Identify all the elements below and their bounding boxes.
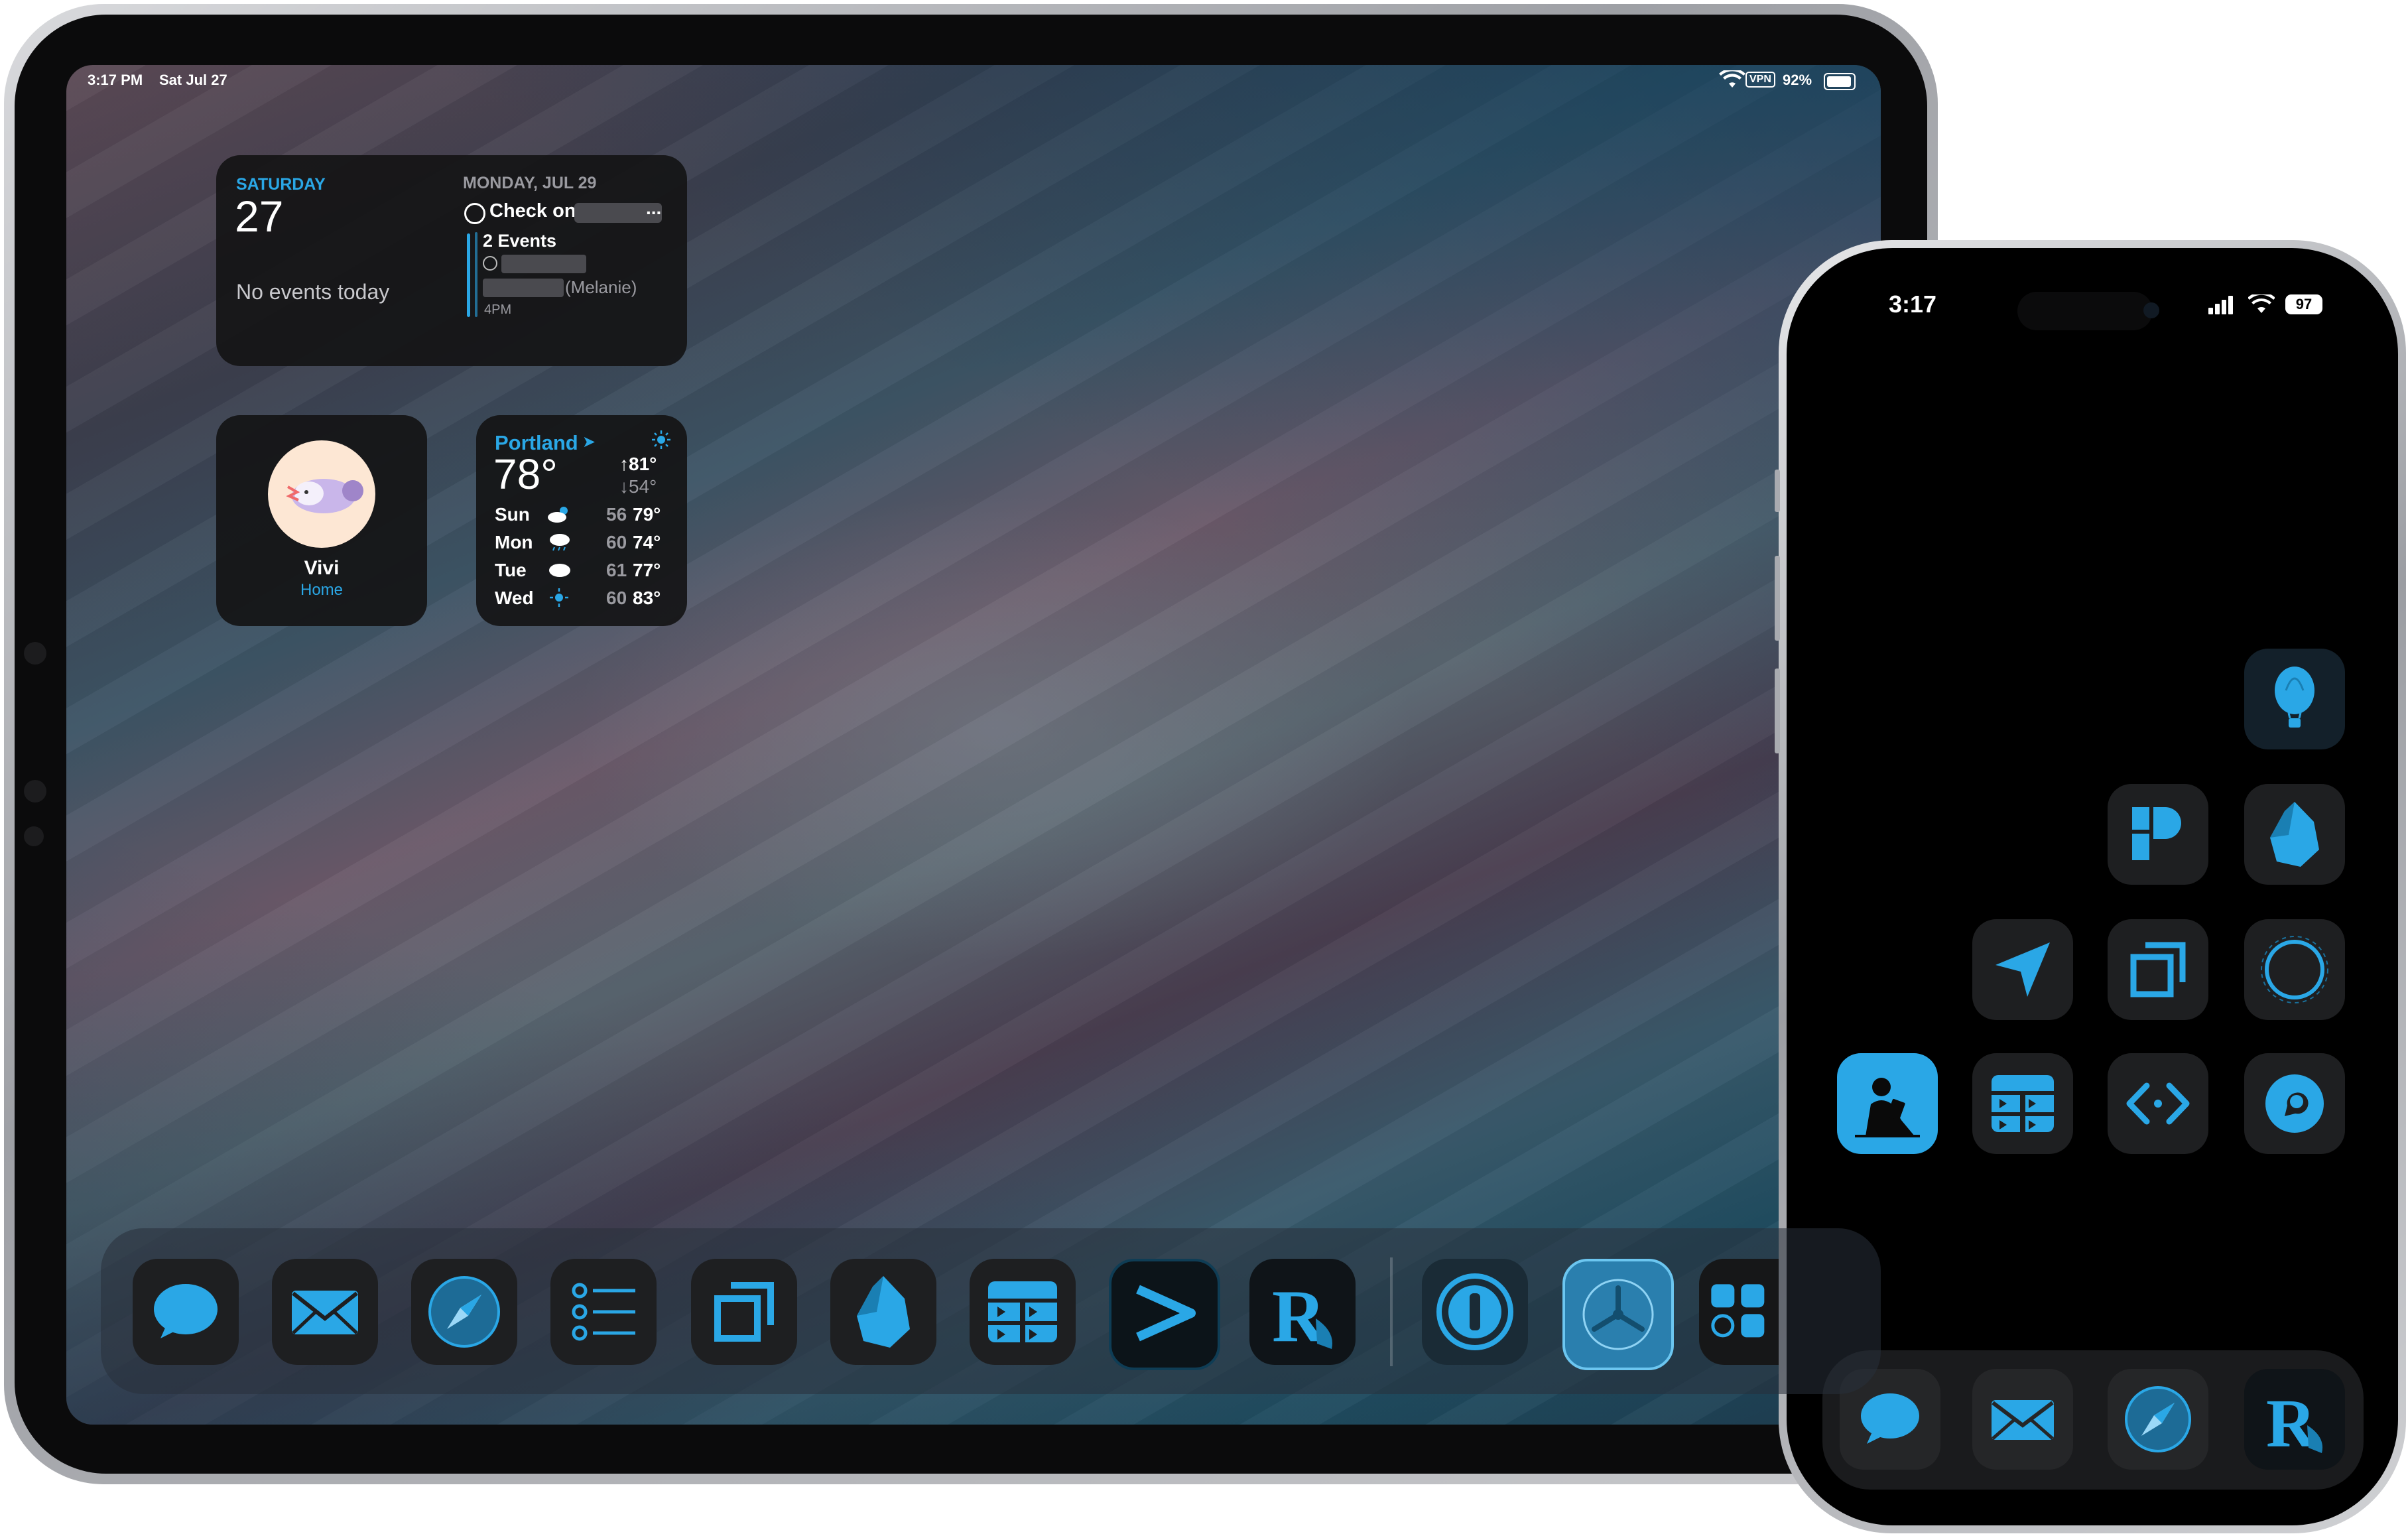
calendar-more: ... <box>646 198 662 218</box>
volume-down-button <box>1775 669 1780 753</box>
forecast-high: 77° <box>633 560 661 580</box>
calendar-next-date: MONDAY, JUL 29 <box>463 174 597 192</box>
forecast-low: 61 <box>606 560 627 580</box>
avatar <box>268 440 375 548</box>
location-arrow-icon: ➤ <box>582 433 596 451</box>
camera-dot <box>24 642 46 665</box>
calendar-widget[interactable]: SATURDAY 27 No events today MONDAY, JUL … <box>216 155 687 366</box>
weather-high-value: 81° <box>629 454 657 474</box>
reminder-circle-icon[interactable] <box>464 203 485 224</box>
forecast-day: Tue <box>495 560 527 580</box>
forecast-row: Wed 60 83° <box>495 588 674 609</box>
mela-app-icon[interactable] <box>1972 1053 2073 1154</box>
forecast-day: Mon <box>495 532 533 552</box>
weather-high: ↑81° <box>619 454 657 474</box>
reminders-app-icon[interactable] <box>550 1259 657 1365</box>
camera-dot <box>24 826 44 846</box>
forecast-high: 79° <box>633 504 661 525</box>
forecast-day: Sun <box>495 504 530 525</box>
mail-app-icon[interactable] <box>272 1259 378 1365</box>
event-circle-icon <box>483 256 497 271</box>
battery-badge: 97 <box>2285 294 2322 314</box>
iphone-status-time: 3:17 <box>1889 290 1937 318</box>
ipad-status-time: 3:17 PM <box>88 72 143 88</box>
forecast-high: 83° <box>633 588 661 608</box>
cloud-rain-icon <box>546 532 573 556</box>
code-app-icon[interactable] <box>2108 1053 2208 1154</box>
maps-app-icon[interactable] <box>1972 919 2073 1020</box>
ipad-status-date: Sat Jul 27 <box>159 72 227 88</box>
calendar-no-events: No events today <box>236 280 390 304</box>
ipad-battery-percent: 92% <box>1783 72 1812 88</box>
wifi-icon <box>1719 68 1745 89</box>
volume-up-button <box>1775 556 1780 641</box>
messages-app-icon[interactable] <box>133 1259 239 1365</box>
prompt-app-icon[interactable] <box>1109 1259 1220 1370</box>
weather-low-value: 54° <box>629 476 657 497</box>
sun-icon <box>651 430 671 453</box>
forecast-low: 56 <box>606 504 627 525</box>
contact-widget[interactable]: Vivi Home <box>216 415 427 626</box>
circle-app-icon[interactable] <box>2244 919 2345 1020</box>
dynamic-island <box>2017 292 2153 330</box>
camera-dot <box>24 780 46 802</box>
weather-widget[interactable]: Portland ➤ 78° ↑81° ↓54° Sun 56 79° Mon … <box>476 415 687 626</box>
messenger-app-icon[interactable] <box>2244 1053 2345 1154</box>
safari-app-icon[interactable] <box>2108 1369 2208 1470</box>
screens-app-icon[interactable] <box>691 1259 797 1365</box>
calendar-event-time: 4PM <box>484 302 512 317</box>
calendar-events-count: 2 Events <box>483 231 557 251</box>
front-camera-icon <box>2143 302 2159 318</box>
calendar-day-number: 27 <box>235 192 284 241</box>
forecast-day: Wed <box>495 588 534 608</box>
forecast-row: Mon 60 74° <box>495 532 674 553</box>
weather-low: ↓54° <box>619 476 657 497</box>
mela-app-icon[interactable] <box>970 1259 1076 1365</box>
redacted-block <box>501 255 586 273</box>
kindle-app-icon[interactable] <box>1837 1053 1938 1154</box>
partly-sunny-icon <box>546 504 573 529</box>
event-bar <box>467 233 470 317</box>
calendar-reminder: Check on <box>489 200 576 222</box>
cellular-signal-icon <box>2208 296 2235 318</box>
obsidian-app-icon[interactable] <box>2244 784 2345 885</box>
forecast-low: 60 <box>606 532 627 552</box>
mail-app-icon[interactable] <box>1972 1369 2073 1470</box>
wifi-icon <box>2248 292 2275 318</box>
fan-app-icon[interactable] <box>1562 1259 1674 1370</box>
redacted-block <box>483 279 564 297</box>
dock-divider <box>1390 1257 1393 1366</box>
iphone-screen <box>1796 257 2389 1516</box>
calendar-event-person: (Melanie) <box>565 277 637 297</box>
folder-app-icon[interactable] <box>1699 1259 1779 1365</box>
reeder-app-icon[interactable]: R <box>1249 1259 1356 1365</box>
battery-icon <box>1824 73 1856 90</box>
screens-app-icon[interactable] <box>2108 919 2208 1020</box>
vpn-badge: VPN <box>1745 72 1775 88</box>
1password-app-icon[interactable] <box>1422 1259 1528 1365</box>
forecast-row: Tue 61 77° <box>495 560 674 581</box>
reeder-app-icon[interactable]: R <box>2244 1369 2345 1470</box>
sun-icon <box>549 588 569 612</box>
pocket-casts-app-icon[interactable] <box>2108 784 2208 885</box>
forecast-row: Sun 56 79° <box>495 504 674 525</box>
forecast-high: 74° <box>633 532 661 552</box>
contact-subtitle: Home <box>300 581 344 599</box>
obsidian-app-icon[interactable] <box>830 1259 936 1365</box>
contact-name: Vivi <box>304 557 340 579</box>
event-bar <box>475 232 477 317</box>
balloon-app-icon[interactable] <box>2244 649 2345 749</box>
weather-current-temp: 78° <box>493 450 558 498</box>
cloud-icon <box>546 560 573 584</box>
safari-app-icon[interactable] <box>411 1259 517 1365</box>
forecast-low: 60 <box>606 588 627 608</box>
action-button <box>1775 470 1780 512</box>
